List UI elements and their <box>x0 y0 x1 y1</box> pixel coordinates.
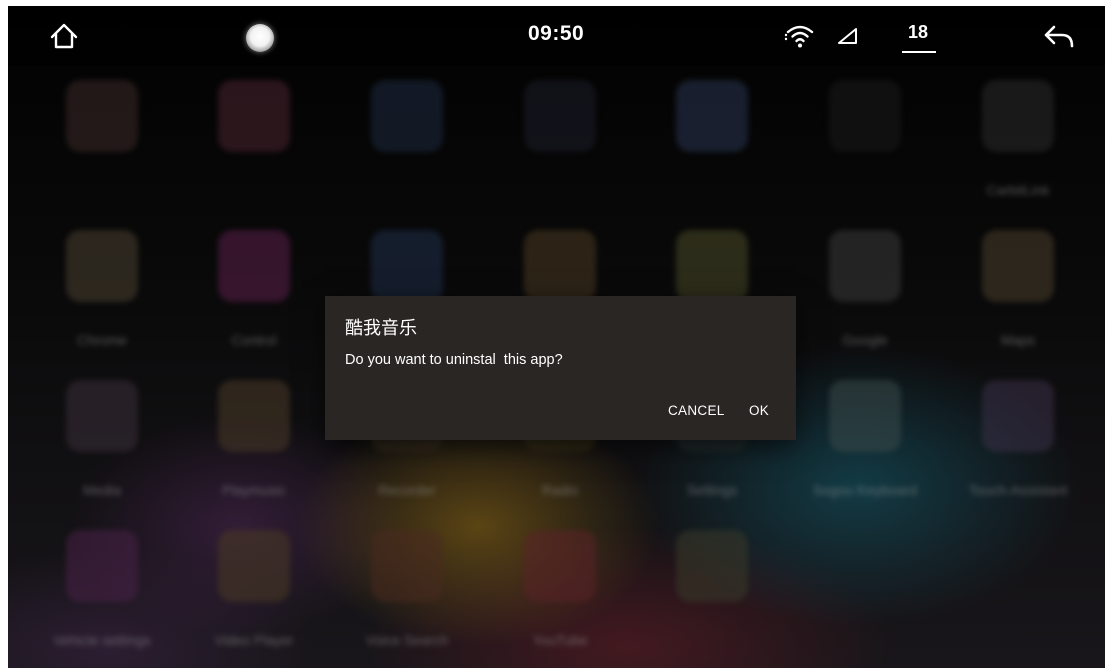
app-shortcut[interactable]: Control <box>166 216 316 366</box>
status-bar: 09:50 18 <box>8 6 1105 66</box>
home-icon[interactable] <box>48 20 80 52</box>
app-icon <box>676 530 748 602</box>
app-label: Maps <box>1000 332 1036 348</box>
app-shortcut[interactable]: Google <box>777 216 927 366</box>
app-shortcut[interactable]: Chrome <box>14 216 164 366</box>
app-icon <box>829 230 901 302</box>
app-label: Voice Search <box>365 632 449 648</box>
app-icon <box>66 230 138 302</box>
dialog-message: Do you want to uninstal this app? <box>345 352 563 368</box>
app-icon <box>829 80 901 152</box>
app-icon <box>982 230 1054 302</box>
wifi-icon <box>784 25 814 48</box>
app-shortcut[interactable]: Touch-Assistant <box>930 366 1080 516</box>
app-icon <box>676 80 748 152</box>
back-arrow-icon[interactable] <box>1042 22 1076 52</box>
app-icon <box>66 80 138 152</box>
app-shortcut[interactable] <box>472 66 622 216</box>
app-icon <box>218 230 290 302</box>
cancel-button[interactable]: CANCEL <box>668 403 725 418</box>
app-label: Playmusic <box>222 482 286 498</box>
app-icon <box>524 530 596 602</box>
app-icon <box>218 80 290 152</box>
app-shortcut[interactable]: Media <box>14 366 164 516</box>
app-icon <box>982 80 1054 152</box>
app-label: Vehicle settings <box>53 632 151 648</box>
camera-shutter-icon[interactable] <box>246 24 274 52</box>
app-label: Chrome <box>77 332 127 348</box>
app-label: Radio <box>541 482 579 498</box>
app-shortcut[interactable]: Maps <box>930 216 1080 366</box>
app-icon <box>66 380 138 452</box>
app-shortcut[interactable]: Playmusic <box>166 366 316 516</box>
app-icon <box>371 230 443 302</box>
app-label: CarbitLink <box>986 182 1050 198</box>
app-icon <box>524 80 596 152</box>
app-shortcut[interactable] <box>624 66 774 216</box>
app-label: YouTube <box>532 632 588 648</box>
app-icon <box>371 530 443 602</box>
uninstall-dialog: 酷我音乐 Do you want to uninstal this app? C… <box>325 296 796 440</box>
app-label: Google <box>842 332 888 348</box>
app-label: Video Player <box>214 632 294 648</box>
ok-button[interactable]: OK <box>749 403 769 418</box>
signal-icon <box>838 28 857 44</box>
app-shortcut[interactable] <box>777 66 927 216</box>
app-shortcut[interactable]: Vehicle settings <box>14 516 164 666</box>
app-shortcut[interactable] <box>319 66 469 216</box>
app-icon <box>218 380 290 452</box>
app-shortcut[interactable] <box>166 66 316 216</box>
app-shortcut[interactable]: CarbitLink <box>930 66 1080 216</box>
app-shortcut[interactable] <box>624 516 774 666</box>
app-icon <box>371 80 443 152</box>
app-label: Recorder <box>378 482 436 498</box>
app-icon <box>676 230 748 302</box>
app-icon <box>66 530 138 602</box>
app-shortcut[interactable]: Video Player <box>166 516 316 666</box>
app-label: Settings <box>686 482 738 498</box>
app-shortcut[interactable] <box>14 66 164 216</box>
app-icon <box>218 530 290 602</box>
app-icon <box>524 230 596 302</box>
clock: 09:50 <box>528 22 585 45</box>
app-icon <box>829 380 901 452</box>
app-shortcut[interactable]: Sogou Keyboard <box>777 366 927 516</box>
app-shortcut[interactable]: Voice Search <box>319 516 469 666</box>
app-label: Sogou Keyboard <box>812 482 918 498</box>
app-label: Control <box>231 332 277 348</box>
notification-underline <box>902 51 936 53</box>
notification-count[interactable]: 18 <box>908 22 928 43</box>
app-shortcut[interactable]: YouTube <box>472 516 622 666</box>
app-label: Media <box>82 482 122 498</box>
car-head-unit-screen: CarbitLink Chrome Control Google Maps Media Pl… <box>8 6 1105 668</box>
app-label: Touch-Assistant <box>968 482 1068 498</box>
dialog-title: 酷我音乐 <box>345 318 417 339</box>
app-icon <box>982 380 1054 452</box>
